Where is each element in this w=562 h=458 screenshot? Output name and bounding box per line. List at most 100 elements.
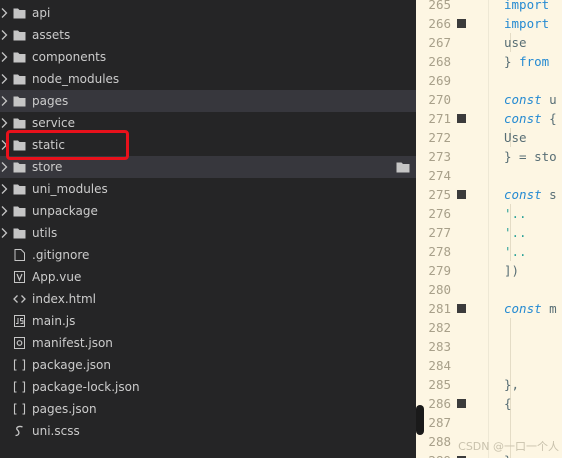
line-number: 267 [428,35,451,50]
chevron-right-icon [1,140,8,150]
folder-icon [13,52,26,63]
folder-icon [13,162,26,173]
code-text: import [504,0,550,12]
code-text: const { [504,111,557,126]
folder-item-node-modules[interactable]: node_modules [0,68,416,90]
file-item-app-vue[interactable]: App.vue [0,266,416,288]
line-number: 288 [428,434,451,449]
file-item-gitignore[interactable]: .gitignore [0,244,416,266]
folder-item-uni-modules[interactable]: uni_modules [0,178,416,200]
code-text: '.. [504,206,527,221]
file-item-package-lock-json[interactable]: package-lock.json [0,376,416,398]
chevron-right-icon [1,74,8,84]
code-line: 278 '.. [416,242,562,261]
line-number: 275 [428,187,451,202]
folder-icon [13,228,26,239]
item-label: index.html [32,292,96,306]
code-text: '.. [504,225,527,240]
fold-toggle-icon[interactable] [457,399,466,408]
item-label: manifest.json [32,336,113,350]
chevron-right-icon [1,8,8,18]
horizontal-scrollbar-thumb[interactable] [416,405,424,435]
chevron-right-icon [1,228,8,238]
indent-guide [510,318,511,337]
folder-icon [13,8,26,19]
line-number: 283 [428,339,451,354]
folder-item-service[interactable]: service [0,112,416,134]
code-text: const u [504,92,557,107]
item-label: components [32,50,107,64]
fold-toggle-icon[interactable] [457,19,466,28]
file-item-package-json[interactable]: package.json [0,354,416,376]
item-label: App.vue [32,270,82,284]
line-number: 277 [428,225,451,240]
folder-icon [13,206,26,217]
fold-toggle-icon[interactable] [457,304,466,313]
item-label: uni.scss [32,424,80,438]
folder-item-assets[interactable]: assets [0,24,416,46]
folder-icon [13,96,26,107]
code-text: Use [504,130,527,145]
indent-guide [510,413,511,432]
code-line: 276 '.. [416,204,562,223]
folder-icon [13,74,26,85]
file-tree: api assets components node_modulespages serv… [0,2,416,442]
item-label: api [32,6,51,20]
item-label: static [32,138,65,152]
code-line: 272 Use [416,128,562,147]
code-line: 280 [416,280,562,299]
folder-item-unpackage[interactable]: unpackage [0,200,416,222]
vue-file-icon [14,271,25,283]
line-number: 270 [428,92,451,107]
folder-item-utils[interactable]: utils [0,222,416,244]
line-number: 280 [428,282,451,297]
line-number: 278 [428,244,451,259]
file-item-index-html[interactable]: index.html [0,288,416,310]
item-label: package-lock.json [32,380,140,394]
new-folder-icon[interactable] [396,161,410,173]
folder-icon [13,140,26,151]
line-number: 269 [428,73,451,88]
chevron-right-icon [1,96,8,106]
code-line: 279]) [416,261,562,280]
folder-item-static[interactable]: static [0,134,416,156]
chevron-right-icon [1,30,8,40]
item-label: assets [32,28,71,42]
file-item-manifest-json[interactable]: manifest.json [0,332,416,354]
line-number: 265 [428,0,451,12]
code-line: 274 [416,166,562,185]
line-number: 282 [428,320,451,335]
fold-toggle-icon[interactable] [457,190,466,199]
item-label: package.json [32,358,112,372]
file-explorer: api assets components node_modulespages serv… [0,0,416,458]
folder-item-store[interactable]: store [0,156,416,178]
code-line: 266 import [416,14,562,33]
item-label: store [32,160,63,174]
code-line: 286 { [416,394,562,413]
item-label: node_modules [32,72,120,86]
item-label: pages [32,94,69,108]
item-label: service [32,116,75,130]
code-editor[interactable]: 265 import 266 import 267 use 268} from 269 270… [416,0,562,458]
file-item-main-js[interactable]: main.js [0,310,416,332]
item-label: uni_modules [32,182,108,196]
item-label: .gitignore [32,248,90,262]
folder-item-components[interactable]: components [0,46,416,68]
file-item-pages-json[interactable]: pages.json [0,398,416,420]
chevron-right-icon [1,162,8,172]
folder-icon [13,184,26,195]
fold-toggle-icon[interactable] [457,114,466,123]
file-item-uni-scss[interactable]: uni.scss [0,420,416,442]
code-line: 277 '.. [416,223,562,242]
folder-item-pages[interactable]: pages [0,90,416,112]
folder-item-api[interactable]: api [0,2,416,24]
scss-file-icon [15,425,23,437]
code-text: use [504,35,527,50]
line-number: 271 [428,111,451,126]
code-line: 269 [416,71,562,90]
item-label: main.js [32,314,76,328]
html-file-icon [13,295,26,303]
code-line: 282 [416,318,562,337]
code-line: 273} = sto [416,147,562,166]
code-line: 267 use [416,33,562,52]
